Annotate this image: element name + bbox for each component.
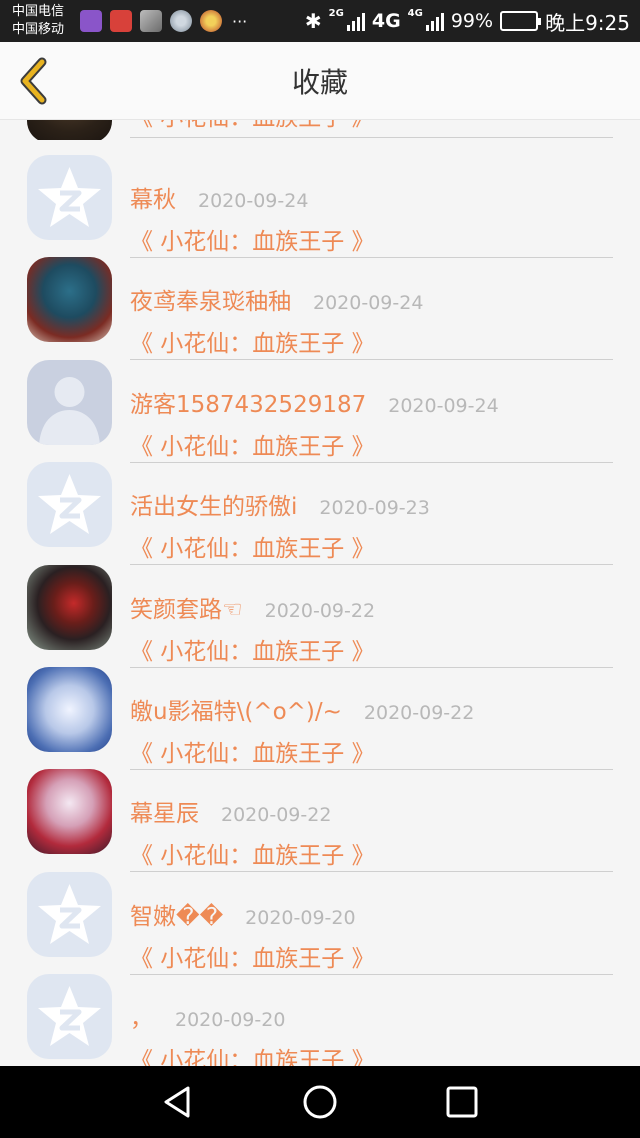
carrier-2: 中国移动 — [12, 22, 65, 37]
carrier-info: 中国电信 中国移动 — [12, 3, 74, 39]
qzone-star-icon — [38, 167, 101, 227]
triangle-back-icon — [164, 1086, 190, 1118]
name-row: 智嫩�� 2020-09-20 — [130, 897, 356, 931]
book-title[interactable]: 《 小花仙：血族王子 》 — [130, 1041, 375, 1066]
avatar[interactable] — [27, 974, 112, 1059]
list-item-partial[interactable]: 《 小花仙：血族王子 》 — [0, 120, 640, 140]
game-notification-icon — [200, 10, 222, 32]
book-title[interactable]: 《 小花仙：血族王子 》 — [130, 120, 375, 132]
avatar[interactable] — [27, 565, 112, 650]
battery-icon — [500, 11, 542, 31]
favorite-date: 2020-09-24 — [388, 395, 499, 417]
user-name[interactable]: 智嫩�� — [130, 897, 223, 931]
chevron-left-icon — [20, 57, 47, 105]
user-name[interactable]: 夜鸢奉泉珳秞秞 — [130, 282, 291, 316]
avatar[interactable] — [27, 155, 112, 240]
avatar[interactable] — [27, 872, 112, 957]
clock: 晚上9:25 — [545, 10, 630, 35]
name-row: 活出女生的骄傲i 2020-09-23 — [130, 487, 430, 521]
user-name[interactable]: 活出女生的骄傲i — [130, 487, 297, 521]
list-item[interactable]: ， 2020-09-20 《 小花仙：血族王子 》 — [0, 957, 640, 1066]
header: 收藏 — [0, 42, 640, 120]
nav-back-button[interactable] — [160, 1084, 196, 1120]
nav-recent-button[interactable] — [444, 1084, 480, 1120]
favorite-date: 2020-09-22 — [264, 600, 376, 622]
list-item[interactable]: 夜鸢奉泉珳秞秞 2020-09-24 《 小花仙：血族王子 》 — [0, 240, 640, 360]
list-item[interactable]: 智嫩�� 2020-09-20 《 小花仙：血族王子 》 — [0, 855, 640, 975]
default-person-icon — [39, 377, 100, 445]
user-name[interactable]: 笑颜套路☜ — [130, 590, 243, 624]
favorite-date: 2020-09-20 — [245, 907, 356, 929]
name-row: 幕星辰 2020-09-22 — [130, 794, 331, 828]
favorite-date: 2020-09-20 — [175, 1009, 286, 1031]
user-name[interactable]: 幕星辰 — [130, 794, 199, 828]
user-name[interactable]: ， — [130, 999, 153, 1033]
status-bar: 中国电信 中国移动 ··· ✱ 2G 4G 4G 99% 晚上9:25 — [0, 0, 640, 42]
battery-percentage: 99% — [450, 10, 494, 32]
system-nav-bar — [0, 1066, 640, 1138]
qzone-star-icon — [38, 474, 101, 534]
app-notification-icon — [110, 10, 132, 32]
user-name[interactable]: 游客1587432529187 — [130, 385, 366, 419]
name-row: 皦u影福特\(^o^)/~ 2020-09-22 — [130, 692, 474, 726]
network-type-4g-small: 4G — [407, 7, 423, 19]
name-row: 幕秋 2020-09-24 — [130, 180, 308, 214]
favorite-date: 2020-09-22 — [221, 804, 332, 826]
circle-home-icon — [303, 1085, 337, 1119]
signal-icon-1 — [346, 11, 365, 31]
avatar[interactable] — [27, 120, 112, 140]
network-type-4g: 4G — [371, 10, 401, 32]
avatar[interactable] — [27, 360, 112, 445]
favorites-list[interactable]: 《 小花仙：血族王子 》 幕秋 2020-09-24 《 小花仙：血族王子 》 … — [0, 120, 640, 1066]
name-row: 游客1587432529187 2020-09-24 — [130, 385, 499, 419]
favorite-date: 2020-09-22 — [363, 702, 475, 724]
back-button[interactable] — [16, 56, 56, 106]
list-item[interactable]: 笑颜套路☜ 2020-09-22 《 小花仙：血族王子 》 — [0, 548, 640, 668]
qzone-star-icon — [38, 884, 101, 944]
gallery-notification-icon — [80, 10, 102, 32]
list-item[interactable]: 幕秋 2020-09-24 《 小花仙：血族王子 》 — [0, 138, 640, 258]
qzone-star-icon — [38, 986, 101, 1046]
avatar[interactable] — [27, 667, 112, 752]
user-name[interactable]: 幕秋 — [130, 180, 176, 214]
avatar[interactable] — [27, 769, 112, 854]
name-row: 夜鸢奉泉珳秞秞 2020-09-24 — [130, 282, 423, 316]
carrier-1: 中国电信 — [12, 4, 65, 19]
notification-icons: ··· — [80, 10, 247, 32]
avatar[interactable] — [27, 257, 112, 342]
name-row: 笑颜套路☜ 2020-09-22 — [130, 590, 375, 624]
photo-notification-icon — [140, 10, 162, 32]
list-item[interactable]: 皦u影福特\(^o^)/~ 2020-09-22 《 小花仙：血族王子 》 — [0, 650, 640, 770]
nav-home-button[interactable] — [302, 1084, 338, 1120]
browser-notification-icon — [170, 10, 192, 32]
network-type-2g: 2G — [328, 7, 344, 19]
more-notifications-icon: ··· — [232, 11, 248, 31]
square-recent-icon — [446, 1086, 478, 1118]
user-name[interactable]: 皦u影福特\(^o^)/~ — [130, 692, 342, 726]
favorite-date: 2020-09-24 — [313, 292, 424, 314]
list-item[interactable]: 游客1587432529187 2020-09-24 《 小花仙：血族王子 》 — [0, 343, 640, 463]
avatar[interactable] — [27, 462, 112, 547]
page-title: 收藏 — [291, 65, 348, 99]
favorite-date: 2020-09-24 — [198, 190, 309, 212]
favorite-date: 2020-09-23 — [319, 497, 430, 519]
bluetooth-icon: ✱ — [304, 9, 322, 33]
list-item[interactable]: 幕星辰 2020-09-22 《 小花仙：血族王子 》 — [0, 752, 640, 872]
name-row: ， 2020-09-20 — [130, 999, 285, 1033]
list-item[interactable]: 活出女生的骄傲i 2020-09-23 《 小花仙：血族王子 》 — [0, 445, 640, 565]
signal-icon-2 — [425, 11, 444, 31]
